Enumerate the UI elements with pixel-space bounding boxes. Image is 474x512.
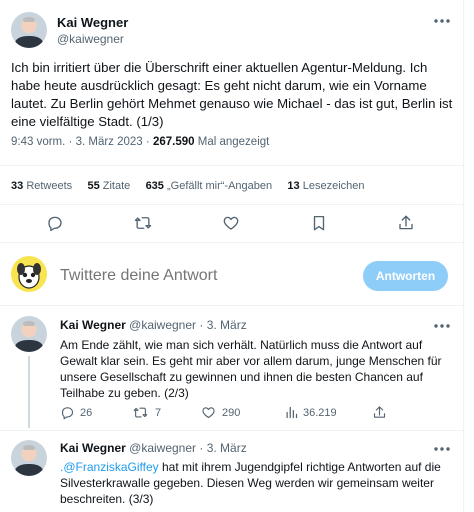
column-border bbox=[463, 0, 464, 512]
author-name[interactable]: Kai Wegner bbox=[57, 15, 128, 30]
heart-icon[interactable] bbox=[222, 214, 240, 232]
divider bbox=[0, 204, 463, 205]
likes-stat[interactable]: 635 „Gefällt mir“-Angaben bbox=[146, 180, 273, 192]
divider bbox=[0, 165, 463, 166]
reply-author-name[interactable]: Kai Wegner bbox=[60, 318, 126, 332]
meta-separator: · bbox=[68, 136, 73, 148]
share-icon[interactable] bbox=[372, 405, 387, 420]
reply-text: .@FranziskaGiffey hat mit ihrem Jugendgi… bbox=[60, 459, 454, 507]
mention-link[interactable]: .@FranziskaGiffey bbox=[60, 460, 159, 474]
reply-date[interactable]: 3. März bbox=[207, 318, 247, 332]
tweet-stats: 33 Retweets 55 Zitate 635 „Gefällt mir“-… bbox=[11, 180, 365, 192]
reply-dot: · bbox=[199, 318, 204, 332]
meta-separator: · bbox=[145, 136, 150, 148]
retweets-stat[interactable]: 33 Retweets bbox=[11, 180, 72, 192]
reply-avatar[interactable] bbox=[11, 316, 47, 352]
reply-icon[interactable] bbox=[60, 405, 75, 420]
reply-header: Kai Wegner @kaiwegner · 3. März bbox=[60, 441, 247, 455]
reply-icon[interactable] bbox=[46, 214, 64, 232]
reply-author-handle[interactable]: @kaiwegner bbox=[129, 318, 196, 332]
views-count: 36.219 bbox=[303, 407, 337, 419]
divider bbox=[0, 242, 463, 243]
tweet-date[interactable]: 3. März 2023 bbox=[76, 136, 143, 148]
share-icon[interactable] bbox=[397, 214, 415, 232]
like-count: 290 bbox=[222, 407, 241, 419]
reply-count: 26 bbox=[80, 407, 93, 419]
reply-date[interactable]: 3. März bbox=[207, 441, 247, 455]
retweet-icon[interactable] bbox=[133, 405, 148, 420]
bookmarks-stat[interactable]: 13 Lesezeichen bbox=[287, 180, 364, 192]
tweet-meta: 9:43 vorm. · 3. März 2023 · 267.590 Mal … bbox=[11, 136, 269, 148]
reply-author-handle[interactable]: @kaiwegner bbox=[129, 441, 196, 455]
divider bbox=[0, 430, 463, 431]
views-label: Mal angezeigt bbox=[197, 136, 270, 148]
reply-submit-button[interactable]: Antworten bbox=[363, 261, 448, 291]
tweet-text: Ich bin irritiert über die Überschrift e… bbox=[11, 60, 453, 129]
author-handle[interactable]: @kaiwegner bbox=[57, 32, 124, 46]
reply-author-name[interactable]: Kai Wegner bbox=[60, 441, 126, 455]
reply-dot: · bbox=[199, 441, 204, 455]
more-icon[interactable] bbox=[433, 17, 451, 25]
reply-composer-input[interactable] bbox=[60, 264, 345, 288]
author-avatar[interactable] bbox=[11, 12, 47, 48]
user-avatar[interactable] bbox=[11, 256, 47, 292]
retweet-icon[interactable] bbox=[134, 214, 152, 232]
tweet-time[interactable]: 9:43 vorm. bbox=[11, 136, 65, 148]
views-icon[interactable] bbox=[284, 405, 299, 420]
reply-avatar[interactable] bbox=[11, 440, 47, 476]
retweet-count: 7 bbox=[155, 407, 162, 419]
more-icon[interactable] bbox=[433, 322, 451, 330]
quotes-stat[interactable]: 55 Zitate bbox=[87, 180, 130, 192]
reply-text: Am Ende zählt, wie man sich verhält. Nat… bbox=[60, 338, 442, 400]
reply-header: Kai Wegner @kaiwegner · 3. März bbox=[60, 318, 247, 332]
heart-icon[interactable] bbox=[201, 405, 216, 420]
thread-line bbox=[28, 356, 30, 428]
views-count: 267.590 bbox=[152, 136, 195, 148]
more-icon[interactable] bbox=[433, 445, 451, 453]
divider bbox=[0, 305, 463, 306]
bookmark-icon[interactable] bbox=[310, 214, 328, 232]
